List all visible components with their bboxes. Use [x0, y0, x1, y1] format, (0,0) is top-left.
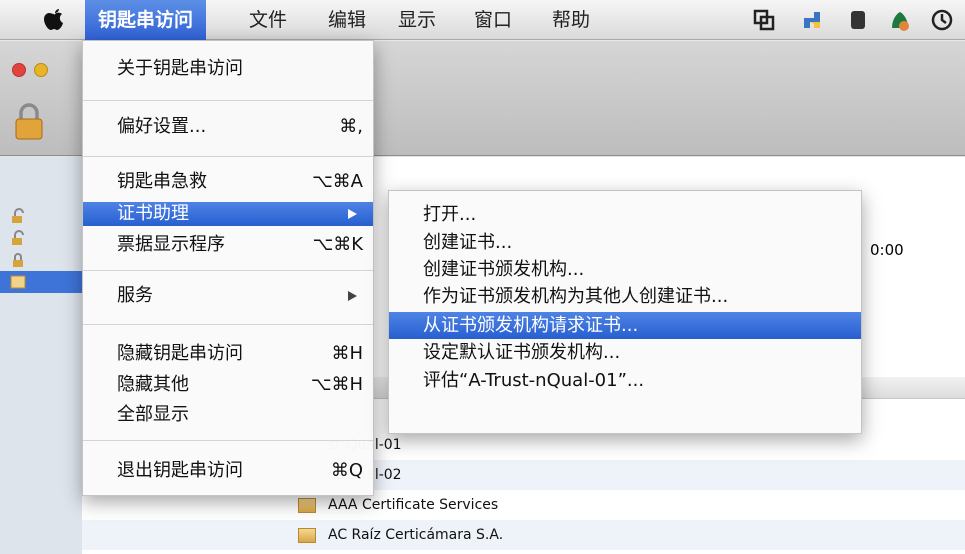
submenu-item-create-for-others[interactable]: 作为证书颁发机构为其他人创建证书... [389, 285, 861, 309]
submenu-item-request-certificate[interactable]: 从证书颁发机构请求证书... [389, 312, 861, 339]
sidebar-item[interactable] [0, 205, 82, 227]
submenu-item-create-ca[interactable]: 创建证书颁发机构... [389, 258, 861, 282]
menubar-window[interactable]: 窗口 [474, 0, 512, 40]
menu-item-shortcut: ⌘Q [330, 460, 363, 481]
menubar-file[interactable]: 文件 [249, 0, 287, 40]
time-machine-icon[interactable] [930, 8, 954, 32]
certificate-icon [298, 528, 316, 543]
app-tray-icon[interactable] [888, 8, 912, 32]
menu-item-label: 隐藏钥匙串访问 [117, 343, 243, 364]
menubar-keychain-access[interactable]: 钥匙串访问 [85, 0, 207, 40]
detail-time-fragment: 0:00 [870, 241, 904, 259]
submenu-item-label: 打开... [423, 204, 477, 225]
menu-item-shortcut: ⌥⌘A [311, 171, 363, 192]
submenu-item-label: 评估“A-Trust-nQual-01”... [423, 370, 645, 391]
menu-item-quit[interactable]: 退出钥匙串访问 ⌘Q [83, 459, 373, 483]
menu-separator [83, 440, 373, 441]
menu-item-certificate-assistant[interactable]: 证书助理 [83, 202, 373, 226]
unlocked-icon [12, 208, 24, 223]
keychain-sidebar [0, 157, 82, 554]
submenu-item-create-certificate[interactable]: 创建证书... [389, 231, 861, 255]
submenu-arrow-icon [348, 291, 357, 301]
menu-item-shortcut: ⌥⌘K [312, 234, 363, 255]
glove-icon[interactable] [846, 8, 870, 32]
menu-item-services[interactable]: 服务 [83, 284, 373, 308]
menu-item-first-aid[interactable]: 钥匙串急救 ⌥⌘A [83, 170, 373, 194]
cert-name: AC Raíz Certicámara S.A. [328, 527, 504, 543]
menu-separator [83, 324, 373, 325]
close-window-button[interactable] [12, 63, 26, 77]
folder-icon [10, 275, 26, 289]
menu-item-label: 票据显示程序 [117, 234, 225, 255]
menu-item-label: 隐藏其他 [117, 374, 189, 395]
submenu-item-label: 创建证书... [423, 232, 513, 253]
sidebar-item-selected[interactable] [0, 271, 82, 293]
keychain-access-menu: 关于钥匙串访问 偏好设置... ⌘, 钥匙串急救 ⌥⌘A 证书助理 票据显示程序… [82, 40, 374, 496]
menu-item-shortcut: ⌥⌘H [310, 374, 363, 395]
window-tray-icon[interactable] [752, 8, 776, 32]
sidebar-item[interactable] [0, 249, 82, 271]
minimize-window-button[interactable] [34, 63, 48, 77]
submenu-item-label: 作为证书颁发机构为其他人创建证书... [423, 286, 729, 307]
menu-item-shortcut: ⌘, [339, 116, 363, 137]
menu-item-label: 证书助理 [117, 203, 189, 224]
certificate-assistant-submenu: 打开... 创建证书... 创建证书颁发机构... 作为证书颁发机构为其他人创建… [388, 190, 862, 434]
menu-bar: 钥匙串访问 文件 编辑 显示 窗口 帮助 [0, 0, 965, 40]
apple-icon[interactable] [40, 6, 68, 34]
submenu-item-label: 设定默认证书颁发机构... [423, 342, 621, 363]
table-row[interactable]: AC Raíz Certicámara S.A. [82, 520, 965, 550]
menu-separator [83, 100, 373, 101]
menu-item-shortcut: ⌘H [331, 343, 363, 364]
menubar-edit[interactable]: 编辑 [328, 0, 366, 40]
menu-separator [83, 156, 373, 157]
menu-item-about[interactable]: 关于钥匙串访问 [83, 57, 373, 81]
menubar-help[interactable]: 帮助 [552, 0, 590, 40]
python-icon[interactable] [800, 8, 824, 32]
menu-item-label: 全部显示 [117, 404, 189, 425]
menu-item-label: 退出钥匙串访问 [117, 460, 243, 481]
menu-item-preferences[interactable]: 偏好设置... ⌘, [83, 115, 373, 139]
sidebar-item[interactable] [0, 227, 82, 249]
menu-item-label: 服务 [117, 285, 153, 306]
menu-item-hide-keychain[interactable]: 隐藏钥匙串访问 ⌘H [83, 342, 373, 366]
submenu-item-label: 从证书颁发机构请求证书... [423, 315, 639, 336]
menu-item-label: 钥匙串急救 [117, 171, 207, 192]
lock-icon[interactable] [14, 103, 44, 141]
submenu-arrow-icon [348, 209, 357, 219]
menu-item-ticket-viewer[interactable]: 票据显示程序 ⌥⌘K [83, 233, 373, 257]
submenu-item-evaluate[interactable]: 评估“A-Trust-nQual-01”... [389, 369, 861, 393]
submenu-item-set-default-ca[interactable]: 设定默认证书颁发机构... [389, 341, 861, 365]
submenu-item-open[interactable]: 打开... [389, 203, 861, 227]
certificate-icon [298, 498, 316, 513]
menu-item-label: 关于钥匙串访问 [117, 58, 243, 79]
menubar-view[interactable]: 显示 [398, 0, 436, 40]
menu-item-label: 偏好设置... [117, 116, 207, 137]
lock-icon [13, 253, 23, 267]
submenu-item-label: 创建证书颁发机构... [423, 259, 585, 280]
menu-item-hide-others[interactable]: 隐藏其他 ⌥⌘H [83, 373, 373, 397]
unlocked-icon [12, 230, 24, 245]
menu-item-show-all[interactable]: 全部显示 [83, 403, 373, 427]
menu-separator [83, 270, 373, 271]
